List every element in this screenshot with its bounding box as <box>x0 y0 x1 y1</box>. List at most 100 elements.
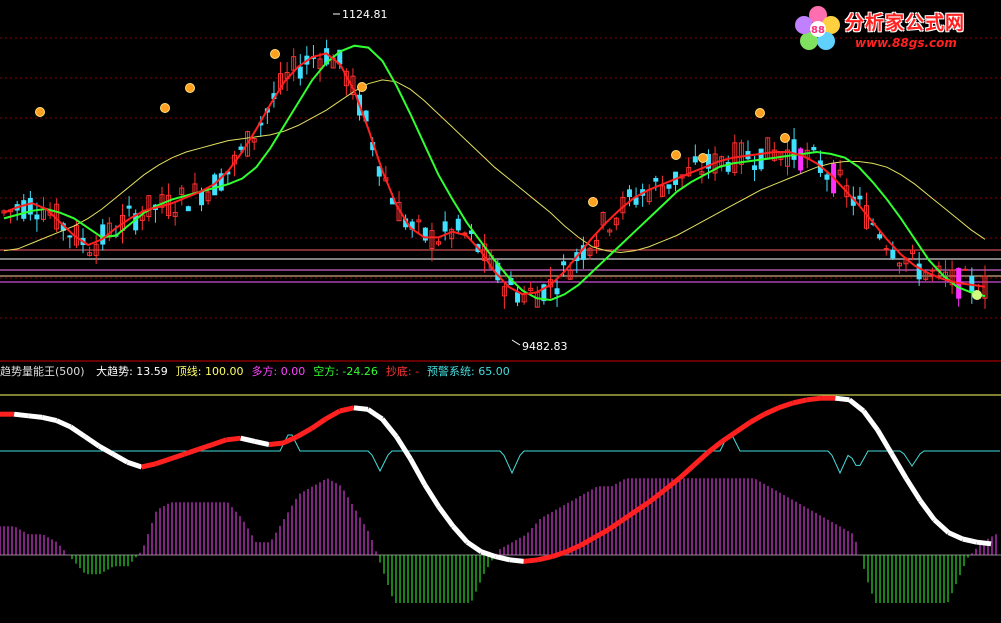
candle-body-125 <box>824 174 830 180</box>
candle-body-5 <box>34 214 40 220</box>
trend-step-11 <box>154 456 171 467</box>
candle-body-146 <box>962 268 968 271</box>
candle-body-135 <box>890 250 896 259</box>
candle-body-123 <box>811 147 817 151</box>
signal-dot-5 <box>588 197 598 207</box>
trend-step-54 <box>763 405 780 417</box>
trend-step-27 <box>380 417 399 439</box>
trend-step-15 <box>211 437 228 447</box>
candle-body-120 <box>791 139 797 160</box>
trend-step-4 <box>55 418 72 430</box>
trend-step-26 <box>366 407 384 422</box>
trend-step-12 <box>169 451 185 462</box>
trend-step-48 <box>677 463 696 481</box>
signal-dot-last <box>972 290 982 300</box>
svg-text:88: 88 <box>811 25 825 36</box>
indicator-item-4: 抄底: - <box>385 365 420 378</box>
candle-body-133 <box>877 234 883 239</box>
trend-step-49 <box>692 450 710 468</box>
indicator-item-0: 大趋势: 13.59 <box>96 365 168 378</box>
signal-dot-3 <box>270 49 280 59</box>
trend-step-67 <box>947 530 964 542</box>
signal-dot-6 <box>671 150 681 160</box>
candle-body-3 <box>21 200 27 219</box>
trend-step-57 <box>806 395 822 403</box>
ma-slow-line <box>3 79 986 254</box>
candle-body-105 <box>692 156 698 163</box>
trend-step-17 <box>240 435 256 444</box>
trend-step-34 <box>480 549 497 559</box>
candle-body-101 <box>666 184 672 189</box>
candle-body-45 <box>297 66 303 79</box>
trend-step-66 <box>932 517 951 535</box>
indicator-header: 趋势量能王(500) 大趋势: 13.59 顶线: 100.00 多方: 0.00 空… <box>0 364 514 380</box>
candle-body-10 <box>67 235 73 238</box>
indicator-item-2: 多方: 0.00 <box>251 365 306 378</box>
candle-body-30 <box>199 190 205 206</box>
trend-step-42 <box>593 527 610 540</box>
trend-step-44 <box>621 508 639 522</box>
stock-chart-window: 1124.81 9482.83 趋势量能王(500) 大趋势: 13.59 顶线: … <box>0 0 1001 623</box>
signal-dot-4 <box>357 82 367 92</box>
trend-step-2 <box>28 413 43 420</box>
signal-dot-8 <box>755 108 765 118</box>
trend-step-69 <box>976 539 992 547</box>
chart-canvas[interactable]: 1124.81 9482.83 <box>0 0 1001 623</box>
trend-step-61 <box>861 409 880 432</box>
signal-dot-7 <box>698 153 708 163</box>
trend-step-33 <box>465 540 483 554</box>
trend-step-22 <box>310 416 328 431</box>
trend-step-25 <box>353 405 369 412</box>
candle-body-67 <box>442 221 448 232</box>
low-price-label: 9482.83 <box>522 340 568 353</box>
trend-step-7 <box>97 444 115 457</box>
trend-step-46 <box>649 487 667 503</box>
candle-body-36 <box>238 146 244 150</box>
indicator-values: 大趋势: 13.59 顶线: 100.00 多方: 0.00 空方: -24.26 抄底… <box>90 365 512 378</box>
trend-step-13 <box>183 447 200 457</box>
trend-step-55 <box>777 400 794 411</box>
indicator-name: 趋势量能王(500) <box>0 365 85 378</box>
low-marker <box>511 339 521 346</box>
high-price-label: 1124.81 <box>342 8 388 21</box>
trend-step-18 <box>254 438 270 448</box>
signal-dot-1 <box>160 103 170 113</box>
trend-step-31 <box>436 505 456 528</box>
candle-body-130 <box>857 195 863 200</box>
trend-step-24 <box>339 405 355 414</box>
trend-step-68 <box>962 536 978 545</box>
trend-step-36 <box>509 557 525 564</box>
candle-body-85 <box>561 261 567 266</box>
indicator-item-1: 顶线: 100.00 <box>175 365 244 378</box>
trend-step-38 <box>537 554 553 563</box>
trend-step-60 <box>847 397 866 413</box>
trend-step-6 <box>83 434 101 449</box>
trend-step-64 <box>903 476 923 502</box>
candle-body-141 <box>929 269 935 272</box>
logo-title: 分析家公式网 <box>845 12 966 34</box>
candle-body-19 <box>126 205 132 209</box>
candle-body-121 <box>798 148 804 171</box>
trend-step-28 <box>394 435 413 461</box>
trend-step-21 <box>296 426 313 439</box>
trend-step-56 <box>792 397 808 406</box>
candle-body-95 <box>626 189 632 197</box>
candle-body-84 <box>554 288 560 295</box>
candle-body-69 <box>455 218 461 231</box>
signal-dot-9 <box>780 133 790 143</box>
trend-step-9 <box>126 459 143 470</box>
indicator-item-5: 预警系统: 65.00 <box>427 365 510 378</box>
trend-step-5 <box>69 424 87 439</box>
trend-step-10 <box>141 461 157 470</box>
trend-step-23 <box>324 408 342 422</box>
candle-body-28 <box>185 206 191 212</box>
trend-step-37 <box>523 557 539 564</box>
candle-body-15 <box>100 224 106 245</box>
trend-step-65 <box>918 499 937 522</box>
logo: 88 分析家公式网 www.88gs.com <box>793 4 993 54</box>
candle-body-114 <box>752 165 758 171</box>
trend-step-63 <box>889 452 909 480</box>
trend-step-53 <box>749 412 766 425</box>
candle-body-99 <box>653 178 659 182</box>
trend-step-14 <box>197 442 214 452</box>
